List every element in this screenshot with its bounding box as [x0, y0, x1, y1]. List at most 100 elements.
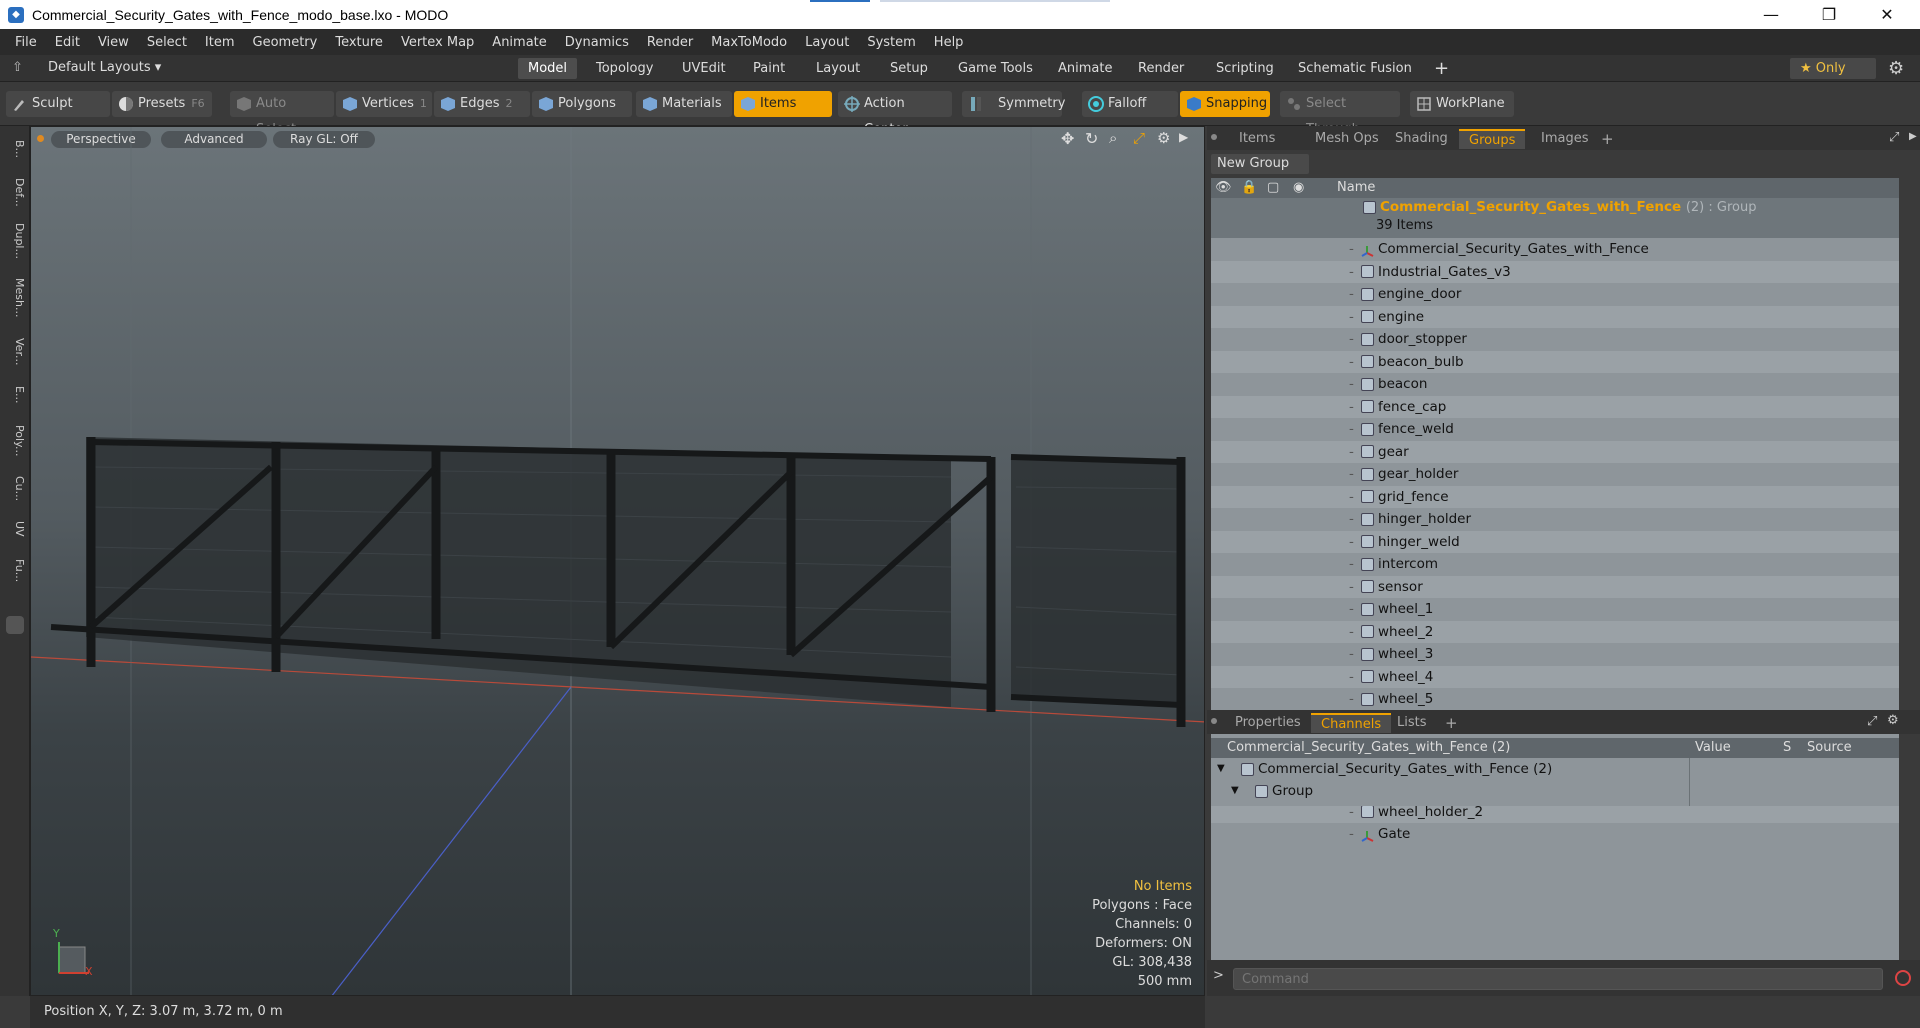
tab-items[interactable]: Items [1229, 129, 1285, 149]
left-tab-b[interactable]: B... [4, 132, 26, 166]
left-tab-poly[interactable]: Poly... [4, 418, 26, 464]
workplane-button[interactable]: WorkPlane [1410, 91, 1514, 117]
menu-view[interactable]: View [89, 35, 138, 50]
menu-animate[interactable]: Animate [483, 35, 555, 50]
tab-shading[interactable]: Shading [1385, 129, 1458, 149]
menu-maxtomodo[interactable]: MaxToModo [702, 35, 796, 50]
tab-uvedit[interactable]: UVEdit [672, 58, 736, 79]
list-item[interactable]: - wheel_1 [1211, 598, 1899, 621]
list-item[interactable]: - Commercial_Security_Gates_with_Fence [1211, 238, 1899, 261]
tab-topology[interactable]: Topology [586, 58, 663, 79]
expand-arrow-icon[interactable]: ▼ [1231, 780, 1239, 802]
falloff-button[interactable]: Falloff [1082, 91, 1178, 117]
tab-scripting[interactable]: Scripting [1206, 58, 1284, 79]
vertices-button[interactable]: Vertices 1 [336, 91, 432, 117]
menu-select[interactable]: Select [138, 35, 196, 50]
menu-edit[interactable]: Edit [46, 35, 89, 50]
polygons-button[interactable]: Polygons [532, 91, 632, 117]
tab-paint[interactable]: Paint [743, 58, 795, 79]
list-item[interactable]: - Industrial_Gates_v3 [1211, 260, 1899, 283]
panel-menu-icon[interactable]: ▶ [1909, 131, 1917, 142]
list-item[interactable]: - wheel_4 [1211, 665, 1899, 688]
record-icon[interactable] [1895, 970, 1911, 986]
lock-icon[interactable]: 🔒 [1241, 178, 1257, 198]
list-item[interactable]: - engine_door [1211, 283, 1899, 306]
list-item[interactable]: - hinger_weld [1211, 530, 1899, 553]
add-tab-button[interactable]: + [1424, 58, 1459, 79]
3d-viewport[interactable]: Perspective Advanced Ray GL: Off ✥ ↻ ⌕ ⤢… [30, 126, 1205, 996]
tab-setup[interactable]: Setup [880, 58, 938, 79]
expand-arrow-icon[interactable]: ▼ [1217, 758, 1225, 780]
items-button[interactable]: Items [734, 91, 832, 117]
menu-dynamics[interactable]: Dynamics [556, 35, 638, 50]
left-tab-cu[interactable]: Cu... [4, 472, 26, 506]
tab-game-tools[interactable]: Game Tools [948, 58, 1043, 79]
select-icon[interactable]: ◉ [1293, 178, 1304, 198]
list-item[interactable]: - wheel_2 [1211, 620, 1899, 643]
list-item[interactable]: - engine [1211, 305, 1899, 328]
menu-system[interactable]: System [858, 35, 924, 50]
tab-images[interactable]: Images [1531, 129, 1599, 149]
channel-row[interactable]: ▼ Commercial_Security_Gates_with_Fence (… [1211, 758, 1899, 780]
menu-render[interactable]: Render [638, 35, 702, 50]
menu-geometry[interactable]: Geometry [244, 35, 327, 50]
materials-button[interactable]: Materials [636, 91, 732, 117]
list-item[interactable]: - beacon [1211, 373, 1899, 396]
left-tab-ver[interactable]: Ver... [4, 332, 26, 372]
list-item[interactable]: - gear [1211, 440, 1899, 463]
tab-channels[interactable]: Channels [1311, 713, 1392, 733]
list-item[interactable]: - door_stopper [1211, 328, 1899, 351]
upload-icon[interactable]: ⇧ [12, 60, 28, 76]
tab-render[interactable]: Render [1128, 58, 1194, 79]
left-tab-uv[interactable]: UV [4, 514, 26, 544]
left-tab-mesh[interactable]: Mesh... [4, 272, 26, 324]
close-button[interactable]: ✕ [1864, 0, 1910, 29]
list-item[interactable]: - gear_holder [1211, 463, 1899, 486]
minimize-button[interactable]: — [1748, 0, 1794, 29]
command-input[interactable] [1233, 968, 1883, 990]
tab-mesh-ops[interactable]: Mesh Ops [1305, 129, 1389, 149]
left-tab-e[interactable]: E... [4, 380, 26, 410]
add-bottom-tab-button[interactable]: + [1435, 713, 1468, 733]
new-group-button[interactable]: New Group [1211, 154, 1309, 174]
tab-layout[interactable]: Layout [806, 58, 870, 79]
auto-select-button[interactable]: Auto Select [230, 91, 334, 137]
menu-item[interactable]: Item [196, 35, 244, 50]
select-through-button[interactable]: Select Through [1280, 91, 1400, 137]
list-item[interactable]: - Gate [1211, 823, 1899, 846]
presets-button[interactable]: Presets F6 [112, 91, 212, 117]
snapping-button[interactable]: Snapping [1180, 91, 1270, 117]
maximize-button[interactable]: ❐ [1806, 0, 1852, 29]
sculpt-button[interactable]: Sculpt [6, 91, 110, 117]
list-item[interactable]: - fence_weld [1211, 418, 1899, 441]
expand-bottom-panel-icon[interactable]: ⤢ [1867, 714, 1877, 729]
tab-properties[interactable]: Properties [1225, 713, 1311, 733]
tab-schematic-fusion[interactable]: Schematic Fusion [1288, 58, 1422, 79]
bottom-settings-icon[interactable]: ⚙ [1887, 713, 1899, 728]
left-tab-dupl[interactable]: Dupl... [4, 218, 26, 264]
list-item[interactable]: - sensor [1211, 575, 1899, 598]
render-icon[interactable]: ▢ [1267, 178, 1279, 198]
expand-panel-icon[interactable]: ⤢ [1889, 130, 1899, 145]
layouts-dropdown[interactable]: Default Layouts ▾ [48, 60, 161, 75]
left-tab-def[interactable]: Def... [4, 172, 26, 212]
add-panel-tab-button[interactable]: + [1591, 129, 1624, 149]
edges-button[interactable]: Edges 2 [434, 91, 530, 117]
left-tab-fu[interactable]: Fu... [4, 552, 26, 590]
list-item[interactable]: - intercom [1211, 553, 1899, 576]
group-row[interactable]: Commercial_Security_Gates_with_Fence (2)… [1211, 198, 1899, 238]
visibility-icon[interactable]: 👁 [1215, 178, 1232, 198]
menu-vertex-map[interactable]: Vertex Map [392, 35, 483, 50]
list-item[interactable]: - hinger_holder [1211, 508, 1899, 531]
action-center-button[interactable]: Action Center [838, 91, 952, 137]
list-item[interactable]: - wheel_5 [1211, 688, 1899, 711]
channel-row[interactable]: ▼ Group [1211, 780, 1899, 802]
gear-icon[interactable]: ⚙ [1888, 58, 1904, 79]
menu-file[interactable]: File [6, 35, 46, 50]
symmetry-button[interactable]: Symmetry [962, 91, 1065, 117]
menu-layout[interactable]: Layout [796, 35, 858, 50]
menu-help[interactable]: Help [925, 35, 973, 50]
list-item[interactable]: - beacon_bulb [1211, 350, 1899, 373]
tab-model[interactable]: Model [518, 58, 578, 79]
left-tab-toggle[interactable] [6, 616, 24, 634]
